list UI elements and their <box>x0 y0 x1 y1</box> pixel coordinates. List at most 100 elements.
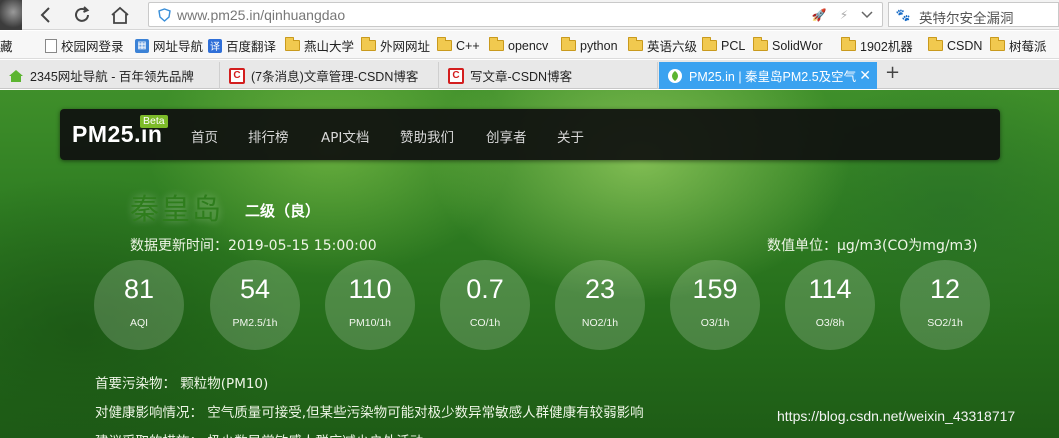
nav-home[interactable]: 首页 <box>191 126 218 146</box>
unit-note: 数值单位：μg/m3(CO为mg/m3) <box>767 238 978 254</box>
csdn-icon: C <box>229 67 245 84</box>
metric-value: 54 <box>239 274 271 304</box>
back-button[interactable] <box>34 3 58 27</box>
csdn-icon: C <box>448 67 464 84</box>
lightning-icon[interactable]: ⚡ <box>836 7 852 23</box>
bookmark-label: PCL <box>721 38 746 53</box>
reload-button[interactable] <box>70 3 94 27</box>
tab-2345[interactable]: 2345网址导航 - 百年领先品牌 <box>0 62 220 89</box>
advice: 建议采取的措施： 极少数异常敏感人群应减少户外活动 <box>95 430 423 438</box>
house-icon <box>8 68 24 84</box>
metric-value: 159 <box>692 274 738 304</box>
bookmark-item[interactable]: 校园网登录 <box>45 37 124 54</box>
bookmark-label: 校园网登录 <box>61 40 124 54</box>
metric-o3-1h: 159 O3/1h <box>670 260 760 350</box>
profile-avatar[interactable] <box>0 0 22 30</box>
bookmark-label: 藏 <box>0 40 13 54</box>
bookmark-item[interactable]: CSDN <box>928 37 982 54</box>
close-tab-icon[interactable]: ✕ <box>859 67 871 84</box>
translate-icon: 译 <box>208 38 222 53</box>
bookmark-label: 外网网址 <box>380 40 431 54</box>
bookmark-item[interactable]: 英语六级 <box>628 37 697 54</box>
bookmark-item[interactable]: 燕山大学 <box>285 37 354 54</box>
bookmark-item[interactable]: SolidWor <box>753 37 822 54</box>
bookmark-label: opencv <box>508 38 549 53</box>
bookmark-item[interactable]: PCL <box>702 37 745 54</box>
metric-value: 114 <box>808 274 852 304</box>
bookmark-label: C++ <box>456 38 480 53</box>
bookmark-label: 1902机器 <box>860 40 913 54</box>
url-text: www.pm25.in/qinhuangdao <box>177 7 346 23</box>
folder-icon <box>841 37 856 51</box>
tab-csdn-write[interactable]: C 写文章-CSDN博客 <box>440 62 658 89</box>
address-toolbar: www.pm25.in/qinhuangdao 🚀 ⚡ 🐾 英特尔安全漏洞 <box>0 0 1059 30</box>
bookmark-label: 百度翻译 <box>226 40 277 54</box>
metric-label: O3/8h <box>815 317 845 329</box>
folder-icon <box>285 37 300 51</box>
nav-sponsor[interactable]: 赞助我们 <box>400 126 454 146</box>
bookmark-item[interactable]: 1902机器 <box>841 37 913 54</box>
nav-about[interactable]: 关于 <box>557 126 584 146</box>
tab-label: 写文章-CSDN博客 <box>470 70 573 84</box>
folder-icon <box>489 37 504 51</box>
bookmark-label: SolidWor <box>772 38 823 53</box>
new-tab-plus-icon[interactable]: + <box>885 62 900 83</box>
metric-o3-8h: 114 O3/8h <box>785 260 875 350</box>
bookmark-label: 英语六级 <box>647 40 698 54</box>
primary-pollutant: 首要污染物： 颗粒物(PM10) <box>95 376 269 392</box>
metric-label: AQI <box>129 317 149 329</box>
tab-pm25[interactable]: PM25.in | 秦皇岛PM2.5及空气 ✕ <box>659 62 877 89</box>
city-name: 秦皇岛 <box>130 192 224 226</box>
metric-label: SO2/1h <box>927 317 963 329</box>
home-button[interactable] <box>108 3 132 27</box>
tab-label: (7条消息)文章管理-CSDN博客 <box>251 70 419 84</box>
beta-badge: Beta <box>140 115 168 128</box>
site-navbar: PM25.in Beta 首页 排行榜 API文档 赞助我们 创享者 关于 <box>60 109 1000 160</box>
folder-icon <box>361 37 376 51</box>
tab-label: 2345网址导航 - 百年领先品牌 <box>30 70 194 84</box>
nav-creators[interactable]: 创享者 <box>486 126 527 146</box>
back-arrow-icon <box>40 7 50 23</box>
bookmark-item[interactable]: 藏 <box>0 37 13 54</box>
tab-csdn-manage[interactable]: C (7条消息)文章管理-CSDN博客 <box>221 62 439 89</box>
shield-icon <box>156 7 172 23</box>
reload-icon <box>75 6 90 22</box>
bookmark-item[interactable]: 外网网址 <box>361 37 430 54</box>
bookmark-item[interactable]: C++ <box>437 37 480 54</box>
bookmark-item[interactable]: python <box>561 37 618 54</box>
bookmark-item[interactable]: 树莓派 <box>990 37 1047 54</box>
bookmark-label: 树莓派 <box>1009 40 1047 54</box>
folder-icon <box>753 37 768 51</box>
bookmark-item[interactable]: ▦ 网址导航 <box>135 37 203 54</box>
search-text: 英特尔安全漏洞 <box>919 11 1014 26</box>
url-field[interactable]: www.pm25.in/qinhuangdao 🚀 ⚡ <box>148 2 883 27</box>
metric-label: CO/1h <box>469 317 501 329</box>
home-icon <box>111 6 129 24</box>
metric-aqi: 81 AQI <box>94 260 184 350</box>
search-field[interactable]: 🐾 英特尔安全漏洞 <box>888 2 1059 27</box>
tab-label: PM25.in | 秦皇岛PM2.5及空气 <box>689 70 857 84</box>
chevron-down-icon[interactable] <box>859 7 875 23</box>
metric-value: 23 <box>584 274 616 304</box>
bookmark-item[interactable]: 译百度翻译 <box>208 37 276 54</box>
update-time: 数据更新时间：2019-05-15 15:00:00 <box>130 238 377 254</box>
aqi-grade: 二级（良） <box>245 202 321 220</box>
health-impact: 对健康影响情况： 空气质量可接受,但某些污染物可能对极少数异常敏感人群健康有较弱… <box>95 405 644 421</box>
nav-icon: ▦ <box>135 38 149 53</box>
metric-value: 110 <box>348 274 392 304</box>
metric-pm25: 54 PM2.5/1h <box>210 260 300 350</box>
metric-label: PM10/1h <box>348 317 392 329</box>
rocket-icon[interactable]: 🚀 <box>811 7 827 23</box>
bookmarks-bar: 藏 校园网登录 ▦ 网址导航 译百度翻译 燕山大学 外网网址 C++ opencv… <box>0 31 1059 59</box>
nav-ranking[interactable]: 排行榜 <box>248 126 289 146</box>
metric-label: PM2.5/1h <box>232 317 278 329</box>
pm25-icon <box>667 68 683 84</box>
bookmark-label: 燕山大学 <box>304 40 355 54</box>
nav-api-docs[interactable]: API文档 <box>321 126 369 146</box>
bookmark-item[interactable]: opencv <box>489 37 548 54</box>
metric-value: 12 <box>929 274 961 304</box>
bookmark-label: 网址导航 <box>153 40 204 54</box>
page-icon <box>45 38 57 53</box>
metric-label: O3/1h <box>700 317 730 329</box>
metric-no2: 23 NO2/1h <box>555 260 645 350</box>
